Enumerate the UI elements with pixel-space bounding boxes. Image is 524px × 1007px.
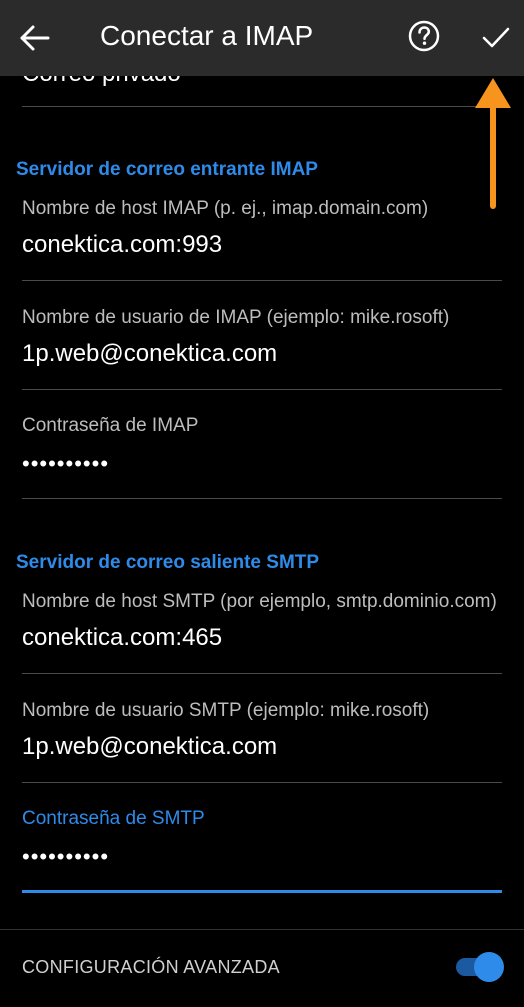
help-button[interactable]: [404, 16, 444, 56]
advanced-settings-label: CONFIGURACIÓN AVANZADA: [22, 957, 280, 977]
smtp-username-field[interactable]: 1p.web@conektica.com: [22, 731, 277, 763]
app-bar: Conectar a IMAP: [0, 0, 524, 76]
help-circle-icon: [408, 20, 440, 52]
back-button[interactable]: [14, 18, 54, 58]
imap-username-field[interactable]: 1p.web@conektica.com: [22, 338, 277, 370]
checkmark-icon: [482, 27, 510, 48]
divider: [22, 280, 502, 281]
imap-host-label: Nombre de host IMAP (p. ej., imap.domain…: [22, 198, 429, 219]
section-title-incoming: Servidor de correo entrante IMAP: [16, 159, 318, 180]
divider: [22, 782, 502, 783]
smtp-host-field[interactable]: conektica.com:465: [22, 622, 222, 654]
arrow-left-icon: [20, 25, 50, 51]
imap-host-field[interactable]: conektica.com:993: [22, 229, 222, 261]
divider: [22, 498, 502, 499]
toggle-thumb: [474, 952, 504, 982]
imap-password-field[interactable]: ••••••••••: [22, 448, 109, 480]
smtp-password-label: Contraseña de SMTP: [22, 808, 205, 829]
section-title-outgoing: Servidor de correo saliente SMTP: [16, 552, 320, 573]
divider: [22, 106, 502, 107]
divider: [22, 673, 502, 674]
advanced-settings-toggle[interactable]: [452, 950, 504, 982]
arrow-up-icon: [475, 78, 511, 209]
confirm-button[interactable]: [476, 17, 516, 57]
page-title: Conectar a IMAP: [100, 20, 314, 51]
smtp-username-label: Nombre de usuario SMTP (ejemplo: mike.ro…: [22, 700, 430, 721]
imap-password-label: Contraseña de IMAP: [22, 415, 199, 436]
divider: [0, 929, 524, 930]
input-focus-underline: [22, 890, 502, 893]
divider: [22, 389, 502, 390]
imap-username-label: Nombre de usuario de IMAP (ejemplo: mike…: [22, 307, 450, 328]
smtp-host-label: Nombre de host SMTP (por ejemplo, smtp.d…: [22, 591, 497, 612]
smtp-password-field[interactable]: ••••••••••: [22, 841, 109, 873]
